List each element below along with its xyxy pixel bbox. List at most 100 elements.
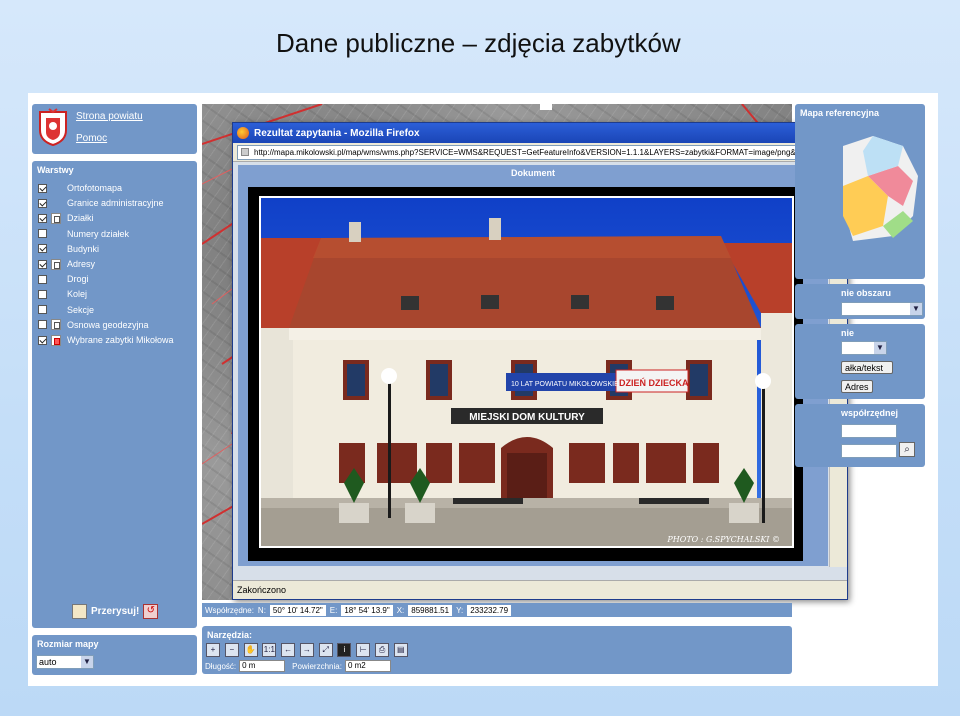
slide-title: Dane publiczne – zdjęcia zabytków [276,28,681,58]
legend-icon[interactable] [51,258,61,270]
layers-title: Warstwy [37,165,74,175]
layer-label: Wybrane zabytki Mikołowa [67,335,174,345]
layer-row[interactable]: Adresy [38,257,95,271]
redraw-button[interactable]: Przerysuj! [91,606,139,617]
chevron-down-icon[interactable]: ▼ [81,656,93,668]
legend-icon[interactable] [51,319,61,331]
redraw-area: Przerysuj! ↺ [72,604,159,619]
layer-row[interactable]: Drogi [38,272,89,286]
reference-map[interactable] [843,126,923,246]
length-label: Długość: [205,661,237,671]
window-title: Rezultat zapytania - Mozilla Firefox [254,127,420,139]
coord-x-input[interactable] [841,424,897,438]
address-bar: http://mapa.mikolowski.pl/map/wms/wms.ph… [233,143,847,162]
building-illustration: 10 LAT POWIATU MIKOŁOWSKIEGO DZIEŃ DZIEC… [261,198,792,546]
search-icon[interactable]: ⌕ [899,442,915,457]
scale-1-1-button[interactable]: 1:1 [262,643,277,657]
area-field[interactable]: 0 m2 [344,660,391,672]
layer-checkbox[interactable] [38,244,47,254]
zoom-out-icon[interactable]: − [224,643,239,657]
map-size-select[interactable]: auto ▼ [36,655,94,669]
layer-label: Kolej [67,289,88,300]
layer-row[interactable]: Wybrane zabytki Mikołowa [38,333,173,347]
forward-arrow-icon[interactable]: → [299,643,314,657]
map-application: Strona powiatu Pomoc Warstwy Ortofotomap… [28,93,938,686]
area-select[interactable]: ▼ [841,302,923,316]
photo-credit: PHOTO : G.SPYCHALSKI © [667,535,780,544]
map-size-title: Rozmiar mapy [37,639,99,649]
search-panel: nie ▼ ałka/tekst Adres [795,324,925,399]
layer-label: Drogi [67,274,89,285]
layer-checkbox[interactable] [38,305,47,315]
layer-checkbox[interactable] [38,259,47,269]
area-title: nie obszaru [841,288,892,298]
layer-checkbox[interactable] [38,320,47,330]
window-titlebar[interactable]: Rezultat zapytania - Mozilla Firefox _ □… [233,123,847,143]
layer-checkbox[interactable] [38,335,47,345]
chevron-down-icon[interactable]: ▼ [874,342,886,354]
layer-label: Numery działek [67,228,130,239]
coordinates-bar: Współrzędne: N: 50° 10' 14.72" E: 18° 54… [202,603,792,617]
area-label: Powierzchnia: [292,661,342,671]
url-input[interactable]: http://mapa.mikolowski.pl/map/wms/wms.ph… [237,144,843,160]
layer-checkbox[interactable] [38,274,47,284]
layer-row[interactable]: Granice administracyjne [38,196,164,210]
firefox-icon [237,127,249,139]
status-text: Zakończono [237,585,287,595]
help-link[interactable]: Pomoc [76,133,107,144]
layer-row[interactable]: Ortofotomapa [38,181,122,195]
layer-checkbox[interactable] [38,183,47,193]
measure-row: Długość: 0 m Powierzchnia: 0 m2 [205,660,391,672]
banner-childrens-day: DZIEŃ DZIECKA [619,378,689,388]
coords-search-panel: współrzędnej ⌕ [795,404,925,467]
x-value: 859881.51 [408,604,453,616]
full-extent-icon[interactable]: ⤢ [318,643,333,657]
parcel-search-button[interactable]: ałka/tekst [841,361,893,374]
chevron-down-icon[interactable]: ▼ [910,303,922,315]
layer-row[interactable]: Sekcje [38,303,94,317]
layer-row[interactable]: Działki [38,211,94,225]
monument-photo: 10 LAT POWIATU MIKOŁOWSKIEGO DZIEŃ DZIEC… [259,196,794,548]
y-label: Y: [456,605,464,615]
legend-icon[interactable] [51,212,61,224]
e-value: 18° 54' 13.9" [341,604,393,616]
redraw-icon[interactable] [72,604,87,619]
zoom-in-icon[interactable]: + [206,643,220,657]
layer-row[interactable]: Numery działek [38,227,129,241]
reference-map-title: Mapa referencyjna [800,108,880,118]
map-size-panel: Rozmiar mapy auto ▼ [32,635,197,675]
e-label: E: [329,605,338,615]
undo-icon[interactable]: ↺ [143,604,159,619]
layer-checkbox[interactable] [38,198,47,208]
layer-row[interactable]: Kolej [38,287,87,301]
printer-icon[interactable]: ▤ [393,643,408,657]
length-field[interactable]: 0 m [239,660,286,672]
layer-checkbox[interactable] [38,289,47,299]
layer-checkbox[interactable] [38,229,47,239]
layers-panel: Warstwy Ortofotomapa Granice administracy… [32,161,197,628]
photo-frame: 10 LAT POWIATU MIKOŁOWSKIEGO DZIEŃ DZIEC… [248,187,803,561]
coord-y-input[interactable] [841,444,897,458]
banner-anniversary: 10 LAT POWIATU MIKOŁOWSKIEGO [511,381,630,388]
back-arrow-icon[interactable]: ← [281,643,296,657]
layer-row[interactable]: Budynki [38,242,99,256]
layer-row[interactable]: Osnowa geodezyjna [38,318,149,332]
search-select[interactable]: ▼ [841,341,887,355]
pan-hand-icon[interactable]: ✋ [243,643,258,657]
x-label: X: [396,605,405,615]
y-value: 233232.79 [467,604,512,616]
info-icon[interactable]: i [337,643,352,657]
query-result-window: Rezultat zapytania - Mozilla Firefox _ □… [232,122,848,600]
address-search-button[interactable]: Adres [841,380,873,393]
document-area: Dokument 10 LAT POWIATU MIKOŁOWSKIEGO DZ… [238,165,828,566]
print-icon[interactable]: ⎙ [375,643,390,657]
legend-icon[interactable] [51,334,61,346]
n-value: 50° 10' 14.72" [269,604,326,616]
layer-label: Granice administracyjne [67,198,164,209]
layer-label: Ortofotomapa [67,183,123,193]
measure-icon[interactable]: ⊢ [356,643,371,657]
coords-label: Współrzędne: [205,605,254,615]
layer-checkbox[interactable] [38,213,47,223]
county-site-link[interactable]: Strona powiatu [76,111,143,122]
layer-label: Adresy [67,259,96,269]
